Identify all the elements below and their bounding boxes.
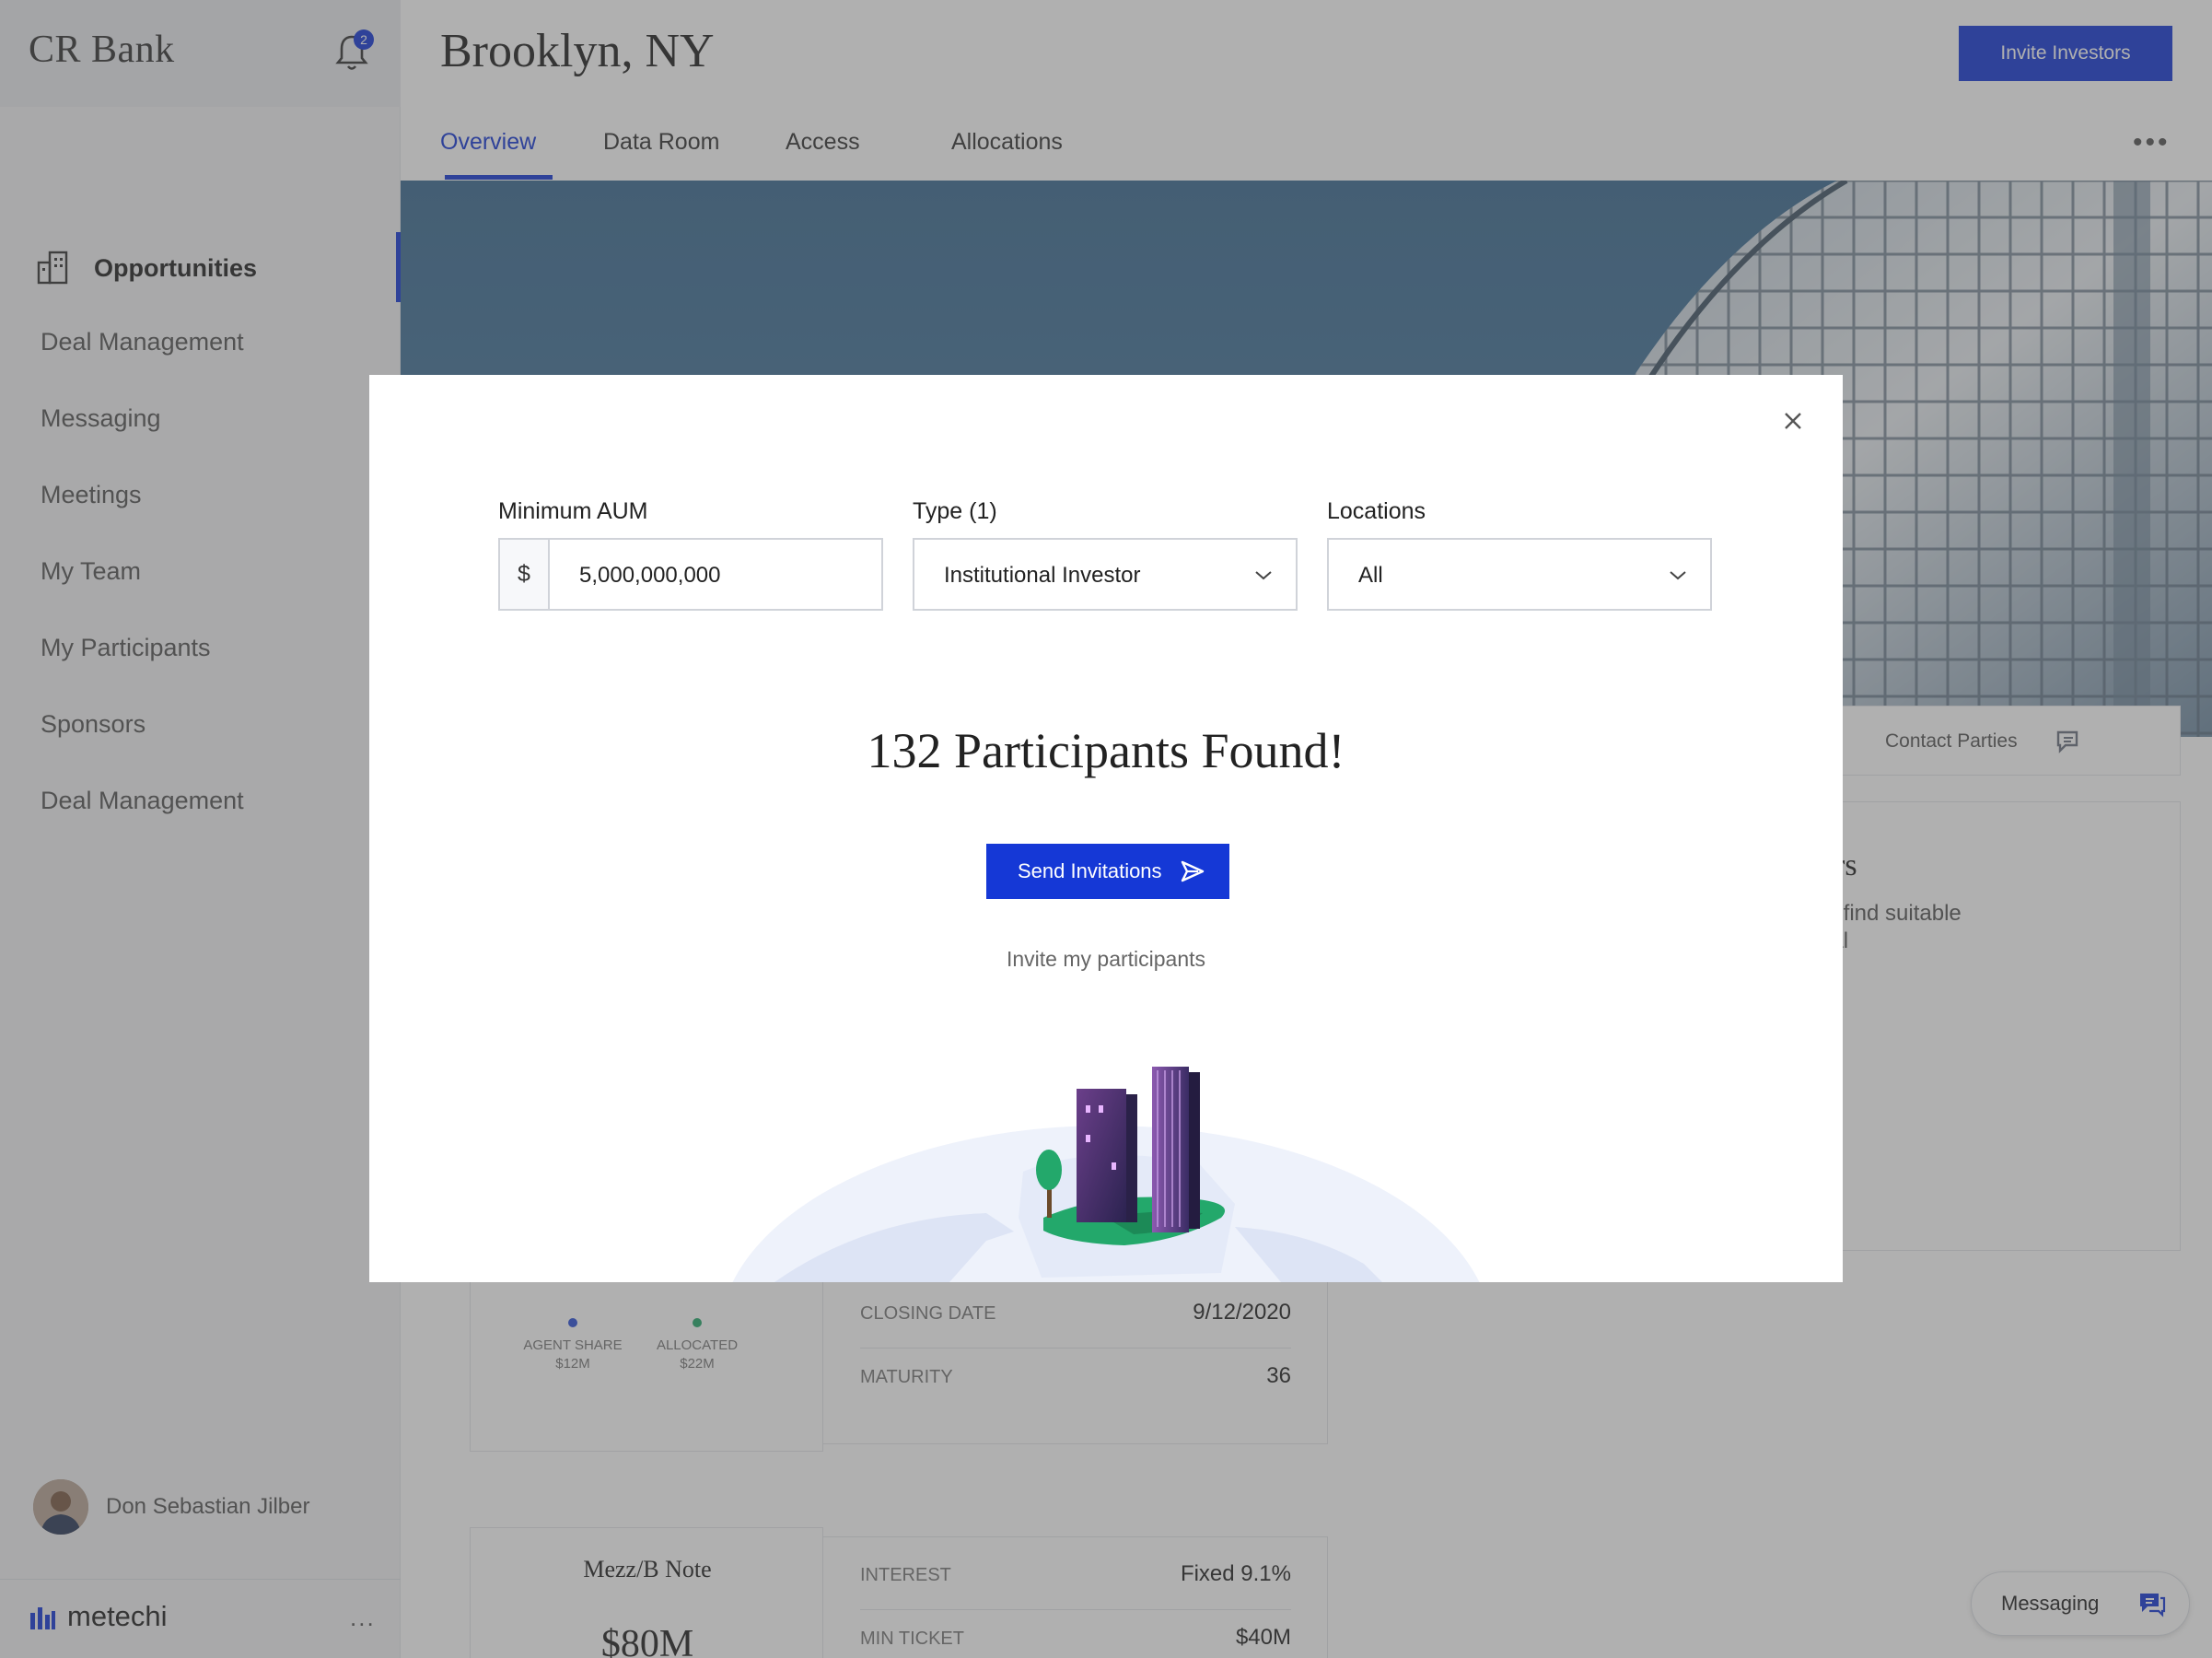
send-icon: [1181, 860, 1205, 882]
find-participants-modal: Minimum AUM $ 5,000,000,000 Type (1) Ins…: [369, 375, 1843, 1282]
locations-label: Locations: [1327, 498, 1426, 524]
min-aum-input[interactable]: $ 5,000,000,000: [498, 538, 883, 611]
chevron-down-icon: [1255, 571, 1272, 580]
locations-select[interactable]: All: [1327, 538, 1712, 611]
participants-found-title: 132 Participants Found!: [867, 723, 1345, 778]
chevron-down-icon: [1670, 571, 1686, 580]
min-aum-label: Minimum AUM: [498, 498, 648, 524]
send-invitations-button[interactable]: Send Invitations: [986, 844, 1229, 899]
locations-value: All: [1358, 563, 1383, 588]
send-invitations-label: Send Invitations: [1018, 859, 1162, 882]
type-label: Type (1): [913, 498, 997, 524]
type-select[interactable]: Institutional Investor: [913, 538, 1298, 611]
type-value: Institutional Investor: [944, 563, 1141, 588]
invite-my-participants-link[interactable]: Invite my participants: [369, 947, 1843, 972]
city-globe-illustration: [732, 1067, 1480, 1282]
currency-prefix: $: [500, 540, 550, 609]
close-icon[interactable]: [1778, 406, 1808, 436]
min-aum-value: 5,000,000,000: [579, 563, 721, 588]
